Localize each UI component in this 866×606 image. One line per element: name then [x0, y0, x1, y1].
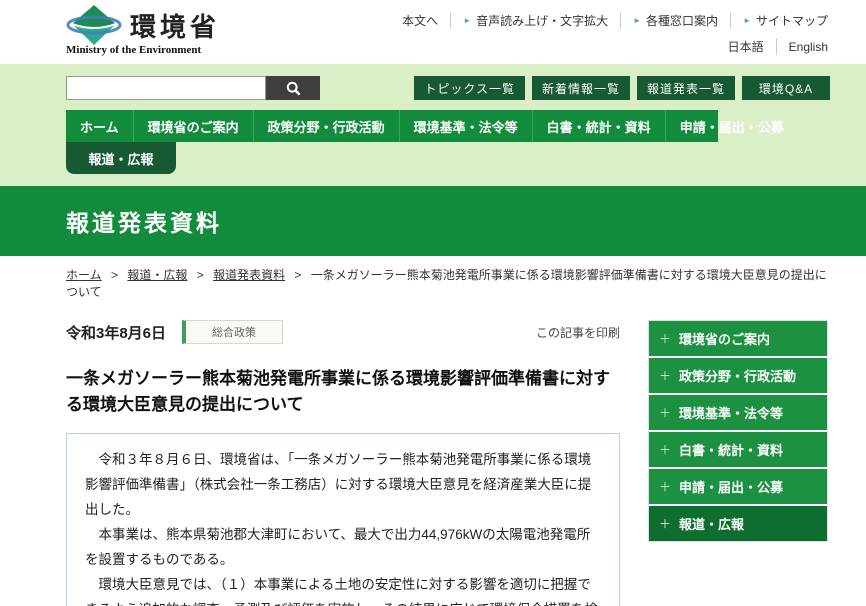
language-switcher: 日本語 English	[716, 38, 828, 55]
nav-item-applications[interactable]: 申請・届出・公募	[665, 110, 798, 142]
page-title: 報道発表資料	[66, 204, 222, 238]
print-article-link[interactable]: この記事を印刷	[536, 324, 620, 341]
sidebar-item-press[interactable]: ＋報道・広報	[649, 506, 827, 541]
search-icon	[286, 81, 301, 96]
utility-nav: 本文へ ►音声読み上げ・文字拡大 ►各種窓口案内 ►サイトマップ	[390, 12, 828, 29]
article-date: 令和3年8月6日	[66, 322, 166, 343]
article: 令和3年8月6日 総合政策 この記事を印刷 一条メガソーラー熊本菊池発電所事業に…	[66, 320, 620, 606]
arrow-icon: ►	[463, 16, 471, 25]
article-paragraph: 本事業は、熊本県菊池郡大津町において、最大で出力44,976kWの太陽電池発電所…	[85, 523, 601, 573]
ministry-logo[interactable]: 環境省 Ministry of the Environment	[66, 4, 220, 56]
lang-japanese-link[interactable]: 日本語	[716, 38, 777, 55]
site-header: 環境省 Ministry of the Environment 本文へ ►音声読…	[0, 0, 866, 64]
nav-item-policy[interactable]: 政策分野・行政活動	[253, 110, 399, 142]
search-button[interactable]	[266, 76, 320, 100]
nav-item-home[interactable]: ホーム	[66, 110, 133, 142]
lang-english-link[interactable]: English	[777, 40, 828, 54]
env-qa-button[interactable]: 環境Q&A	[742, 76, 830, 100]
sidebar-item-about[interactable]: ＋環境省のご案内	[649, 321, 827, 356]
topics-list-button[interactable]: トピックス一覧	[414, 76, 525, 100]
accessibility-link[interactable]: ►音声読み上げ・文字拡大	[451, 12, 621, 29]
nav-item-about[interactable]: 環境省のご案内	[133, 110, 253, 142]
page: 環境省 Ministry of the Environment 本文へ ►音声読…	[0, 0, 866, 606]
nav-item-press-active[interactable]: 報道・広報	[66, 142, 176, 174]
breadcrumb-separator: >	[294, 268, 301, 282]
logo-title-jp: 環境省	[130, 7, 220, 44]
nav-item-standards[interactable]: 環境基準・法令等	[399, 110, 532, 142]
sidebar-item-policy[interactable]: ＋政策分野・行政活動	[649, 358, 827, 393]
nav-item-whitepapers[interactable]: 白書・統計・資料	[532, 110, 665, 142]
contact-windows-link[interactable]: ►各種窓口案内	[621, 12, 731, 29]
quick-buttons: トピックス一覧 新着情報一覧 報道発表一覧 環境Q&A	[414, 76, 830, 100]
sidebar-item-standards[interactable]: ＋環境基準・法令等	[649, 395, 827, 430]
plus-icon: ＋	[659, 515, 671, 532]
new-info-list-button[interactable]: 新着情報一覧	[532, 76, 630, 100]
breadcrumb-separator: >	[197, 268, 204, 282]
main-nav: ホーム 環境省のご案内 政策分野・行政活動 環境基準・法令等 白書・統計・資料 …	[66, 110, 718, 142]
breadcrumb-separator: >	[111, 268, 118, 282]
arrow-icon: ►	[743, 16, 751, 25]
logo-title-en: Ministry of the Environment	[66, 44, 220, 56]
plus-icon: ＋	[659, 478, 671, 495]
page-banner: 報道発表資料	[0, 186, 866, 256]
skip-to-content-link[interactable]: 本文へ	[390, 12, 451, 29]
search-input[interactable]	[66, 76, 266, 100]
plus-icon: ＋	[659, 330, 671, 347]
sitemap-link[interactable]: ►サイトマップ	[731, 12, 828, 29]
press-release-list-button[interactable]: 報道発表一覧	[637, 76, 735, 100]
sidebar-item-applications[interactable]: ＋申請・届出・公募	[649, 469, 827, 504]
content-area: 令和3年8月6日 総合政策 この記事を印刷 一条メガソーラー熊本菊池発電所事業に…	[66, 320, 828, 606]
plus-icon: ＋	[659, 367, 671, 384]
header-band: トピックス一覧 新着情報一覧 報道発表一覧 環境Q&A ホーム 環境省のご案内 …	[0, 64, 866, 186]
plus-icon: ＋	[659, 441, 671, 458]
breadcrumb-press-release-link[interactable]: 報道発表資料	[213, 268, 285, 282]
article-paragraph: 令和３年８月６日、環境省は、「一条メガソーラー熊本菊池発電所事業に係る環境影響評…	[85, 448, 601, 523]
breadcrumb: ホーム > 報道・広報 > 報道発表資料 > 一条メガソーラー熊本菊池発電所事業…	[66, 266, 828, 300]
sidebar-item-whitepapers[interactable]: ＋白書・統計・資料	[649, 432, 827, 467]
breadcrumb-press-section-link[interactable]: 報道・広報	[127, 268, 187, 282]
plus-icon: ＋	[659, 404, 671, 421]
breadcrumb-home-link[interactable]: ホーム	[66, 268, 102, 282]
ministry-logo-icon	[66, 4, 122, 46]
section-sidebar: ＋環境省のご案内 ＋政策分野・行政活動 ＋環境基準・法令等 ＋白書・統計・資料 …	[648, 320, 828, 542]
arrow-icon: ►	[633, 16, 641, 25]
article-paragraph: 環境大臣意見では、（１）本事業による土地の安定性に対する影響を適切に把握できるよ…	[85, 573, 601, 606]
category-tag[interactable]: 総合政策	[182, 320, 283, 344]
article-body: 令和３年８月６日、環境省は、「一条メガソーラー熊本菊池発電所事業に係る環境影響評…	[66, 433, 620, 606]
article-title: 一条メガソーラー熊本菊池発電所事業に係る環境影響評価準備書に対する環境大臣意見の…	[66, 366, 620, 417]
